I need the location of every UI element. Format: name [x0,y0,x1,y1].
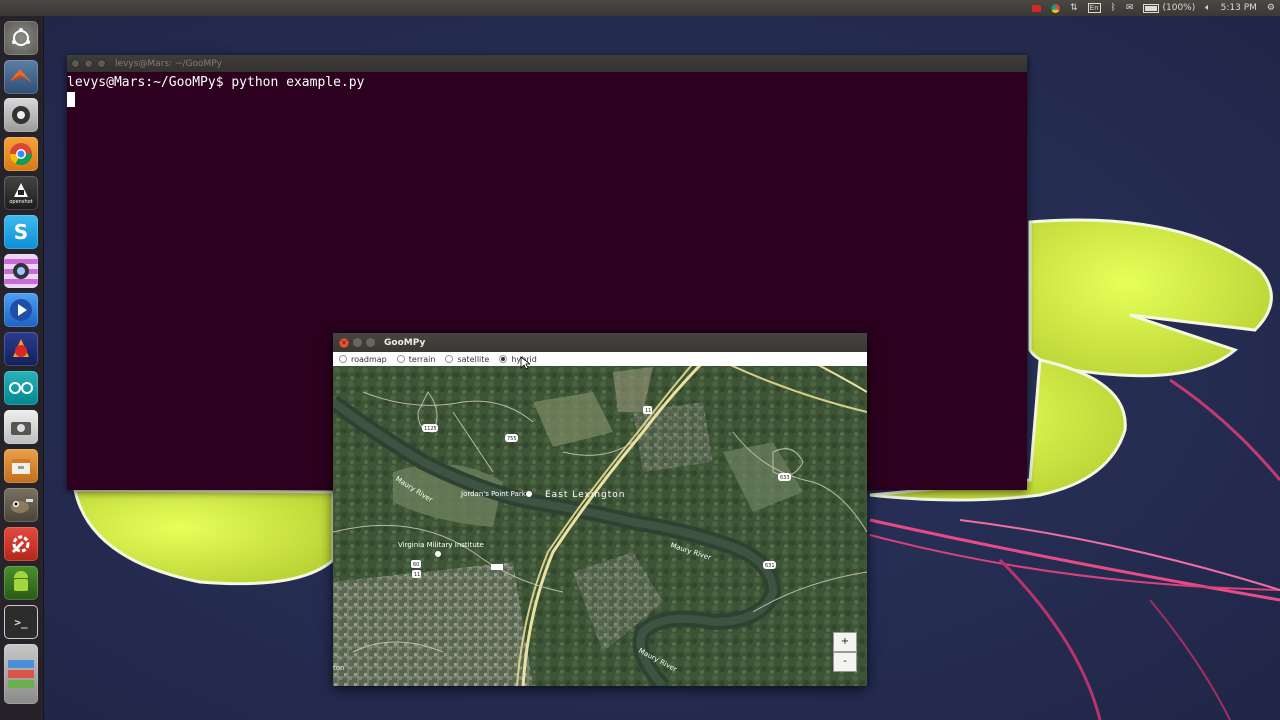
zoom-out-button[interactable]: - [833,652,857,672]
map-view[interactable]: Maury River Maury River Maury River Jord… [333,352,867,686]
route-1125-shield: 1125 [424,426,437,432]
route-60-shield: 60 [413,562,419,568]
minimize-icon[interactable] [353,338,362,347]
gimp-icon[interactable] [4,488,38,522]
maximize-icon[interactable] [97,59,106,68]
route-11-shield-b: 11 [414,572,420,578]
goompy-window[interactable]: × GooMPy Maury River Maury River Maury R… [333,333,867,686]
radio-hybrid-circle[interactable] [499,355,508,363]
radio-terrain-circle[interactable] [396,355,405,363]
close-icon[interactable] [71,59,80,68]
radio-roadmap-circle[interactable] [339,355,347,363]
minimize-icon[interactable] [84,59,93,68]
chrome-indicator-icon[interactable] [1051,3,1061,13]
matlab-icon[interactable] [4,60,38,94]
terminal-output[interactable]: levys@Mars:~/GooMPy$ python example.py [67,72,1027,108]
gear-icon[interactable]: ⚙ [1267,3,1275,13]
webcam-icon[interactable] [4,98,38,132]
mouse-pointer-icon [520,356,530,370]
keyboard-layout-indicator[interactable]: En [1087,3,1101,13]
battery-percent: (100%) [1162,3,1196,13]
media-player-icon[interactable] [4,293,38,327]
battery-icon [1143,3,1160,13]
building-marker [491,564,503,570]
files-icon[interactable] [4,449,38,483]
radio-terrain[interactable]: terrain [396,354,436,364]
map-label-east-lexington: East Lexington [545,490,626,500]
openshot-label: openshot [9,199,33,205]
map-label-vmi: Virginia Military Institute [398,541,484,549]
goompy-titlebar[interactable]: × GooMPy [333,333,867,352]
battery-indicator[interactable]: (100%) [1143,3,1195,13]
terminal-icon[interactable]: >_ [4,605,38,639]
openshot-icon[interactable]: openshot [4,176,38,210]
network-transfer-icon[interactable]: ⇅ [1070,3,1078,13]
radio-satellite[interactable]: satellite [445,355,489,364]
park-marker-icon [526,491,532,497]
goompy-title: GooMPy [384,337,426,348]
terminal-prompt-glyph: >_ [14,615,28,629]
radio-roadmap[interactable]: roadmap [339,355,387,364]
dash-icon[interactable] [4,21,38,55]
terminal-title: levys@Mars: ~/GooMPy [115,58,223,69]
camera-app-icon[interactable] [4,254,38,288]
stacked-apps-icon[interactable] [4,644,38,704]
top-panel: ⇅ En ᛒ ✉ (100%) 🔈︎ 5:13 PM ⚙ [0,0,1280,16]
bluetooth-icon[interactable]: ᛒ [1111,3,1116,13]
vmi-marker-icon [435,551,441,557]
route-633-shield: 633 [780,475,790,481]
terminal-titlebar[interactable]: levys@Mars: ~/GooMPy [67,55,1027,72]
radio-terrain-label: terrain [408,354,436,364]
chrome-icon[interactable] [4,137,38,171]
radio-satellite-circle[interactable] [445,355,454,363]
arduino-icon[interactable] [4,371,38,405]
map-label-jordans-point: Jordan's Point Park [460,490,527,498]
vlc-like-icon[interactable] [4,332,38,366]
radio-hybrid[interactable]: hybrid [499,355,537,364]
volume-icon[interactable]: 🔈︎ [1205,3,1210,13]
clock[interactable]: 5:13 PM [1221,3,1257,13]
android-icon[interactable] [4,566,38,600]
maximize-icon[interactable] [366,338,375,347]
settings-icon[interactable] [4,527,38,561]
launcher: openshot S >_ [0,16,44,720]
terminal-cursor [67,92,75,107]
route-631-shield: 631 [765,563,775,569]
zoom-in-button[interactable]: + [833,632,857,652]
radio-satellite-label: satellite [457,354,490,364]
route-755-shield: 755 [507,436,517,442]
route-11-shield-a: 11 [645,408,651,414]
radio-roadmap-label: roadmap [351,354,387,364]
skype-icon[interactable]: S [4,215,38,249]
screenshot-icon[interactable] [4,410,38,444]
close-icon[interactable]: × [339,337,349,348]
terminal-prompt-line: levys@Mars:~/GooMPy$ python example.py [67,75,365,90]
recording-indicator-icon[interactable] [1032,4,1042,12]
mail-icon[interactable]: ✉ [1126,3,1134,13]
map-label-edge-text: ton [333,664,344,672]
map-type-selector: roadmap terrain satellite hybrid [333,352,867,366]
